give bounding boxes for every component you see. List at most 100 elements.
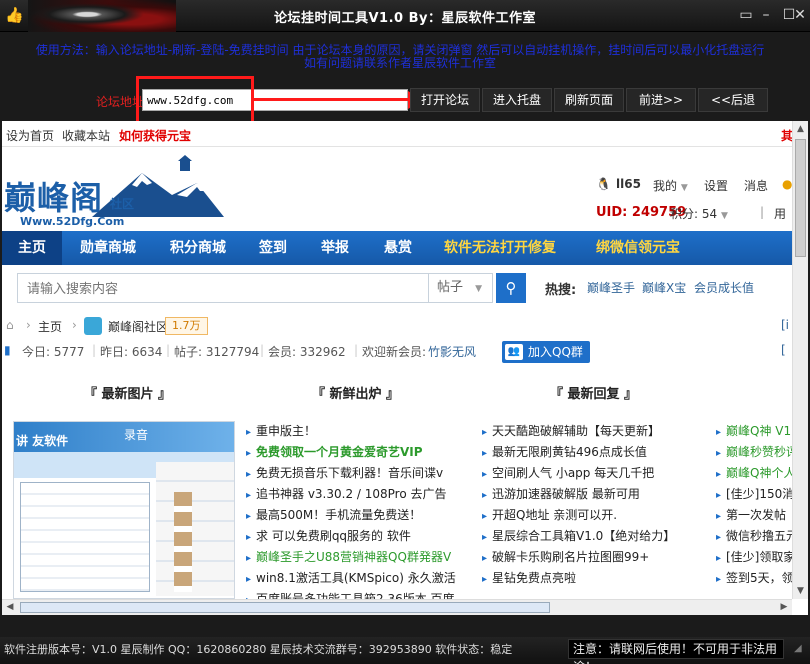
stat-new-member[interactable]: 竹影无风 <box>428 343 476 360</box>
side-item-8[interactable]: ▸ 签到5天，领 <box>716 568 792 588</box>
breadcrumb-home[interactable]: 主页 <box>38 318 62 335</box>
reply-item-8[interactable]: ▸ 星钻免费点亮啦 <box>482 568 696 588</box>
bullet-icon: ▸ <box>482 574 488 585</box>
fresh-item-2[interactable]: ▸ 免费领取一个月黄金爱奇艺VIP <box>246 442 458 462</box>
fresh-item-1[interactable]: ▸ 重申版主！ <box>246 421 458 441</box>
section-fresh: 『 新鲜出炉 』 <box>312 387 400 402</box>
nav-bounty[interactable]: 悬赏 <box>368 231 428 265</box>
fresh-item-5[interactable]: ▸ 最高500M！手机流量免费送！ <box>246 505 458 525</box>
vertical-scrollbar[interactable]: ▲ ▼ <box>792 121 808 599</box>
nav-points-shop[interactable]: 积分商城 <box>154 231 242 265</box>
side-item-1[interactable]: ▸ 巅峰Q神 V1 <box>716 421 792 441</box>
forward-button[interactable]: 前进>> <box>626 88 696 112</box>
nav-software-fix[interactable]: 软件无法打开修复 <box>432 231 568 265</box>
breadcrumb-right-link[interactable]: [i <box>781 318 789 332</box>
search-icon: ⚲ <box>505 279 517 297</box>
reply-item-text: 开超Q地址 亲测可以开. <box>492 508 618 522</box>
messages-link[interactable]: 消息 <box>744 177 768 194</box>
hot-search-label: 热搜: <box>545 283 577 298</box>
bullet-icon: ▸ <box>482 553 488 564</box>
latest-image-thumbnail[interactable]: 讲 友软件 录音 <box>13 421 235 599</box>
side-item-7[interactable]: ▸ [佳少]领取家 <box>716 547 792 567</box>
reply-item-text: 星辰综合工具箱V1.0【绝对给力】 <box>492 529 676 543</box>
site-topbar: 设为首页 收藏本站 如何获得元宝 其 <box>2 121 793 147</box>
reply-item-6[interactable]: ▸ 星辰综合工具箱V1.0【绝对给力】 <box>482 526 696 546</box>
username-link[interactable]: ll65 <box>616 177 641 191</box>
open-forum-button[interactable]: 打开论坛 <box>410 88 480 112</box>
breadcrumb-forum[interactable]: 巅峰阁社区 <box>108 318 168 335</box>
reply-item-text: 星钻免费点亮啦 <box>492 571 577 585</box>
refresh-page-button[interactable]: 刷新页面 <box>554 88 624 112</box>
reply-item-4[interactable]: ▸ 迅游加速器破解版 最新可用 <box>482 484 696 504</box>
nav-medal-shop[interactable]: 勋章商城 <box>64 231 152 265</box>
reply-item-1[interactable]: ▸ 天天酷跑破解辅助【每天更新】 <box>482 421 696 441</box>
bullet-icon: ▸ <box>246 532 252 543</box>
title-bar: 👍 论坛挂时间工具V1.0 By：星辰软件工作室 ▭ – ☐ ✕ <box>0 0 810 32</box>
stats-right-link[interactable]: [ <box>781 343 786 357</box>
fresh-item-8[interactable]: ▸ win8.1激活工具(KMSpico) 永久激活 <box>246 568 458 588</box>
earn-yuanbao-link[interactable]: 如何获得元宝 <box>119 127 191 144</box>
side-item-text: 微信秒撸五元 <box>726 529 792 543</box>
horizontal-scrollbar[interactable]: ◀ ▶ <box>2 599 792 615</box>
user-extra-link[interactable]: 用 <box>774 205 786 222</box>
stat-yesterday: 昨日: 6634 <box>100 345 163 359</box>
bullet-icon: ▸ <box>246 427 252 438</box>
thumb-list <box>156 462 234 596</box>
search-button[interactable]: ⚲ <box>496 273 526 303</box>
side-item-3[interactable]: ▸ 巅峰Q神个人 <box>716 463 792 483</box>
side-item-2[interactable]: ▸ 巅峰秒赞秒评 <box>716 442 792 462</box>
site-logo[interactable]: 巅峰阁 社区 Www.52Dfg.Com <box>2 155 232 235</box>
bullet-icon: ▸ <box>716 532 722 543</box>
forum-stats: ▮ 今日: 5777 | 昨日: 6634 | 帖子: 3127794 | 会员… <box>2 343 792 365</box>
hot-link-2[interactable]: 巅峰X宝 <box>642 279 686 296</box>
reply-item-7[interactable]: ▸ 破解卡乐购刷名片拉图圈99+ <box>482 547 696 567</box>
reply-item-text: 空间刷人气 小app 每天几千把 <box>492 466 655 480</box>
my-menu[interactable]: 我的 ▼ <box>653 177 688 194</box>
stat-welcome: 欢迎新会员: <box>362 345 427 359</box>
home-icon[interactable]: ⌂ <box>6 318 14 332</box>
reply-item-5[interactable]: ▸ 开超Q地址 亲测可以开. <box>482 505 696 525</box>
bell-icon[interactable]: ● <box>782 177 792 191</box>
scroll-down-icon[interactable]: ▼ <box>793 583 808 599</box>
fresh-item-4[interactable]: ▸ 追书神器 v3.30.2 / 108Pro 去广告 <box>246 484 458 504</box>
fresh-item-3[interactable]: ▸ 免费无损音乐下载利器！音乐间谍v <box>246 463 458 483</box>
bookmark-link[interactable]: 收藏本站 <box>62 127 110 144</box>
side-item-5[interactable]: ▸ 第一次发帖 <box>716 505 792 525</box>
penguin-icon: 🐧 <box>596 177 611 191</box>
search-type-label: 帖子 <box>437 280 464 295</box>
set-home-link[interactable]: 设为首页 <box>6 127 54 144</box>
chevron-right-icon: › <box>72 318 77 332</box>
search-type-select[interactable]: 帖子 ▼ <box>429 273 493 303</box>
nav-report[interactable]: 举报 <box>304 231 366 265</box>
horizontal-scroll-thumb[interactable] <box>20 602 550 613</box>
fresh-item-6[interactable]: ▸ 求 可以免费刷qq服务的 软件 <box>246 526 458 546</box>
reply-item-2[interactable]: ▸ 最新无限刷黄钻496点成长值 <box>482 442 696 462</box>
nav-home[interactable]: 主页 <box>2 231 62 265</box>
scroll-up-icon[interactable]: ▲ <box>793 121 808 137</box>
minimize-to-tray-icon[interactable]: ▭ <box>735 5 757 25</box>
scroll-right-icon[interactable]: ▶ <box>776 600 792 615</box>
user-score[interactable]: 积分: 54 ▼ <box>670 205 728 222</box>
close-button[interactable]: ✕ <box>789 5 810 25</box>
hot-link-3[interactable]: 会员成长值 <box>694 279 754 296</box>
logo-name: 巅峰阁 <box>4 179 104 217</box>
resize-grip-icon[interactable]: ◢ <box>794 643 802 654</box>
thumb-caption: 录音 <box>124 428 149 442</box>
reply-item-3[interactable]: ▸ 空间刷人气 小app 每天几千把 <box>482 463 696 483</box>
minimize-button[interactable]: – <box>755 5 777 25</box>
scroll-left-icon[interactable]: ◀ <box>2 600 18 615</box>
back-button[interactable]: <<后退 <box>698 88 768 112</box>
enter-tray-button[interactable]: 进入托盘 <box>482 88 552 112</box>
side-item-6[interactable]: ▸ 微信秒撸五元 <box>716 526 792 546</box>
vertical-scroll-thumb[interactable] <box>795 139 806 257</box>
chevron-down-icon: ▼ <box>475 284 483 294</box>
hot-link-1[interactable]: 巅峰圣手 <box>587 279 635 296</box>
forum-icon <box>84 317 102 335</box>
join-qq-group-button[interactable]: 👥 加入QQ群 <box>502 341 590 363</box>
nav-sign-in[interactable]: 签到 <box>244 231 302 265</box>
fresh-item-7[interactable]: ▸ 巅峰圣手之U88营销神器QQ群発器V <box>246 547 458 567</box>
nav-wechat-yuanbao[interactable]: 绑微信领元宝 <box>582 231 694 265</box>
settings-link[interactable]: 设置 <box>704 177 728 194</box>
search-input[interactable] <box>17 273 429 303</box>
side-item-4[interactable]: ▸ [佳少]150消 <box>716 484 792 504</box>
